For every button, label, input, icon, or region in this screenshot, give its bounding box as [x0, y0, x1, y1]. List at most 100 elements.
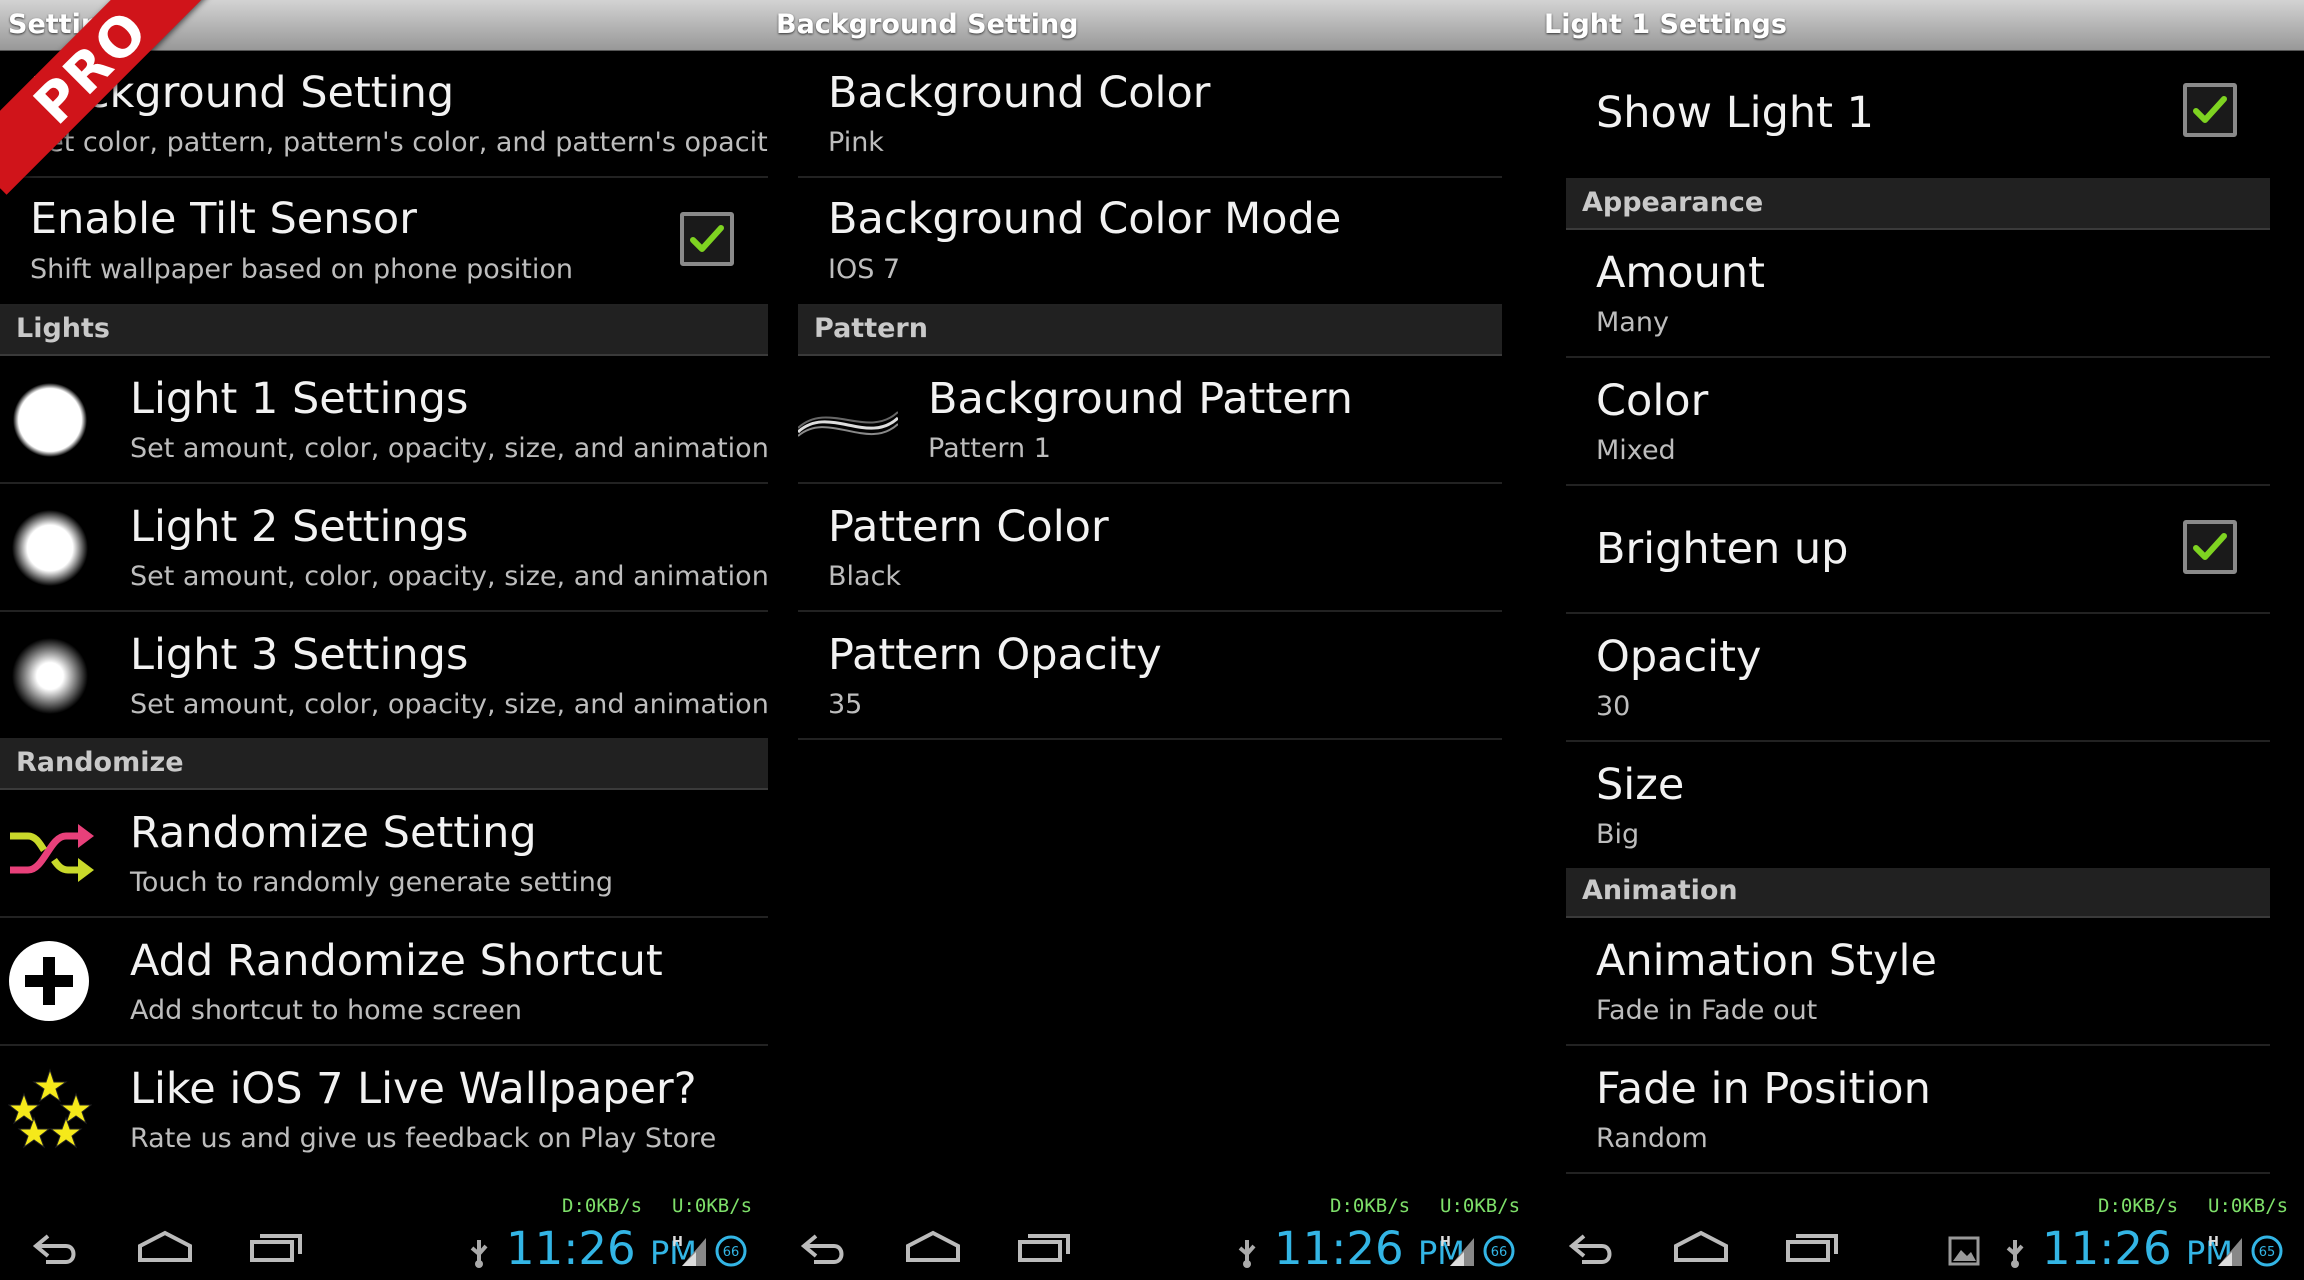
battery-icon: 66	[1483, 1235, 1515, 1267]
item-subtitle: Pattern 1	[928, 433, 1051, 464]
section-header-pattern: Pattern	[798, 306, 1502, 356]
item-subtitle: Many	[1596, 307, 1669, 338]
svg-text:H: H	[2208, 1235, 2219, 1250]
upload-speed: U:0KB/s	[2208, 1195, 2289, 1217]
home-icon[interactable]	[906, 1230, 960, 1262]
pattern-color-item[interactable]: Pattern Color Black	[798, 484, 1502, 612]
item-title: Add Randomize Shortcut	[130, 936, 663, 986]
item-title: Light 3 Settings	[130, 630, 469, 680]
usb-icon	[1238, 1240, 1256, 1268]
background-pattern-item[interactable]: Background Pattern Pattern 1	[798, 356, 1502, 484]
item-subtitle: Fade in Fade out	[1596, 995, 1818, 1026]
light-1-settings-item[interactable]: Light 1 Settings Set amount, color, opac…	[0, 356, 768, 484]
light-orb-icon	[12, 638, 88, 714]
item-title: Background Color Mode	[828, 194, 1342, 244]
usb-icon	[2006, 1240, 2024, 1268]
usb-icon	[470, 1240, 488, 1268]
download-speed: D:0KB/s	[562, 1195, 643, 1217]
item-subtitle: Random	[1596, 1123, 1708, 1154]
back-icon[interactable]	[1568, 1230, 1616, 1266]
item-subtitle: Rate us and give us feedback on Play Sto…	[130, 1123, 717, 1154]
item-title: Opacity	[1596, 632, 1762, 682]
item-subtitle: Add shortcut to home screen	[130, 995, 522, 1026]
show-light-1-item[interactable]: Show Light 1	[1566, 50, 2270, 180]
section-header-lights: Lights	[0, 306, 768, 356]
background-color-item[interactable]: Background Color Pink	[798, 50, 1502, 178]
item-subtitle: 30	[1596, 691, 1631, 722]
upload-speed: U:0KB/s	[1440, 1195, 1521, 1217]
svg-text:66: 66	[723, 1245, 740, 1260]
item-title: Light 2 Settings	[130, 502, 469, 552]
light-orb-icon	[12, 510, 88, 586]
light-2-settings-item[interactable]: Light 2 Settings Set amount, color, opac…	[0, 484, 768, 612]
color-item[interactable]: Color Mixed	[1566, 358, 2270, 486]
item-subtitle: Set amount, color, opacity, size, and an…	[130, 689, 768, 720]
item-subtitle: Set amount, color, opacity, size, and an…	[130, 561, 768, 592]
checkmark-icon	[690, 225, 724, 252]
svg-text:66: 66	[1491, 1245, 1508, 1260]
amount-item[interactable]: Amount Many	[1566, 230, 2270, 358]
svg-text:H: H	[1440, 1235, 1451, 1250]
item-title: Randomize Setting	[130, 808, 537, 858]
clock: 11:26 PM	[2042, 1222, 2233, 1275]
item-subtitle: Pink	[828, 127, 884, 158]
item-subtitle: Shift wallpaper based on phone position	[30, 254, 574, 285]
item-title: Fade in Position	[1596, 1064, 1931, 1114]
recent-apps-icon[interactable]	[1018, 1230, 1070, 1262]
back-icon[interactable]	[32, 1230, 80, 1266]
signal-icon: H	[2208, 1235, 2242, 1266]
item-subtitle: Black	[828, 561, 902, 592]
item-subtitle: Set color, pattern, pattern's color, and…	[30, 127, 768, 158]
item-subtitle: Touch to randomly generate setting	[130, 867, 614, 898]
item-title: Light 1 Settings	[130, 374, 469, 424]
tilt-sensor-checkbox[interactable]	[680, 212, 734, 266]
item-subtitle: IOS 7	[828, 254, 901, 285]
section-header-animation: Animation	[1566, 868, 2270, 918]
title-bar: Light 1 Settings	[1536, 0, 2304, 51]
stars-icon	[8, 1068, 92, 1149]
background-color-mode-item[interactable]: Background Color Mode IOS 7	[798, 178, 1502, 306]
pattern-preview-icon	[798, 411, 898, 437]
item-title: Pattern Color	[828, 502, 1109, 552]
home-icon[interactable]	[1674, 1230, 1728, 1262]
navigation-bar: D:0KB/s U:0KB/s 11:26 PM H 65	[1536, 1180, 2304, 1280]
home-icon[interactable]	[138, 1230, 192, 1262]
download-speed: D:0KB/s	[1330, 1195, 1411, 1217]
image-notification-icon	[1948, 1236, 1980, 1266]
item-subtitle: Mixed	[1596, 435, 1676, 466]
size-item[interactable]: Size Big	[1566, 742, 2270, 868]
brighten-up-item[interactable]: Brighten up	[1566, 486, 2270, 614]
tilt-sensor-item[interactable]: Enable Tilt Sensor Shift wallpaper based…	[0, 178, 768, 306]
brighten-up-checkbox[interactable]	[2183, 520, 2237, 574]
pattern-opacity-item[interactable]: Pattern Opacity 35	[798, 612, 1502, 740]
svg-text:H: H	[672, 1235, 683, 1250]
light-1-settings-panel: Light 1 Settings Show Light 1 Appearance…	[1536, 0, 2304, 1280]
item-title: Like iOS 7 Live Wallpaper?	[130, 1064, 697, 1114]
animation-style-item[interactable]: Animation Style Fade in Fade out	[1566, 918, 2270, 1046]
item-title: Size	[1596, 760, 1685, 810]
opacity-item[interactable]: Opacity 30	[1566, 614, 2270, 742]
item-title: Color	[1596, 376, 1709, 426]
navigation-bar: D:0KB/s U:0KB/s 11:26 PM H 66	[0, 1180, 768, 1280]
item-subtitle: 35	[828, 689, 863, 720]
battery-icon: 65	[2251, 1235, 2283, 1267]
randomize-setting-item[interactable]: Randomize Setting Touch to randomly gene…	[0, 790, 768, 918]
section-header-appearance: Appearance	[1566, 180, 2270, 230]
item-title: Brighten up	[1596, 524, 1849, 574]
recent-apps-icon[interactable]	[250, 1230, 302, 1262]
background-setting-panel: Background Setting Background Color Pink…	[768, 0, 1536, 1280]
plus-circle-icon	[9, 941, 89, 1021]
light-3-settings-item[interactable]: Light 3 Settings Set amount, color, opac…	[0, 612, 768, 740]
recent-apps-icon[interactable]	[1786, 1230, 1838, 1262]
add-randomize-shortcut-item[interactable]: Add Randomize Shortcut Add shortcut to h…	[0, 918, 768, 1046]
show-light-checkbox[interactable]	[2183, 83, 2237, 137]
checkmark-icon	[2193, 533, 2227, 560]
title-bar: Background Setting	[768, 0, 1536, 51]
fade-in-position-item[interactable]: Fade in Position Random	[1566, 1046, 2270, 1174]
page-title: Light 1 Settings	[1544, 9, 1787, 40]
battery-icon: 66	[715, 1235, 747, 1267]
item-subtitle: Big	[1596, 819, 1640, 850]
shuffle-icon	[10, 824, 94, 882]
rate-us-item[interactable]: Like iOS 7 Live Wallpaper? Rate us and g…	[0, 1046, 768, 1172]
back-icon[interactable]	[800, 1230, 848, 1266]
